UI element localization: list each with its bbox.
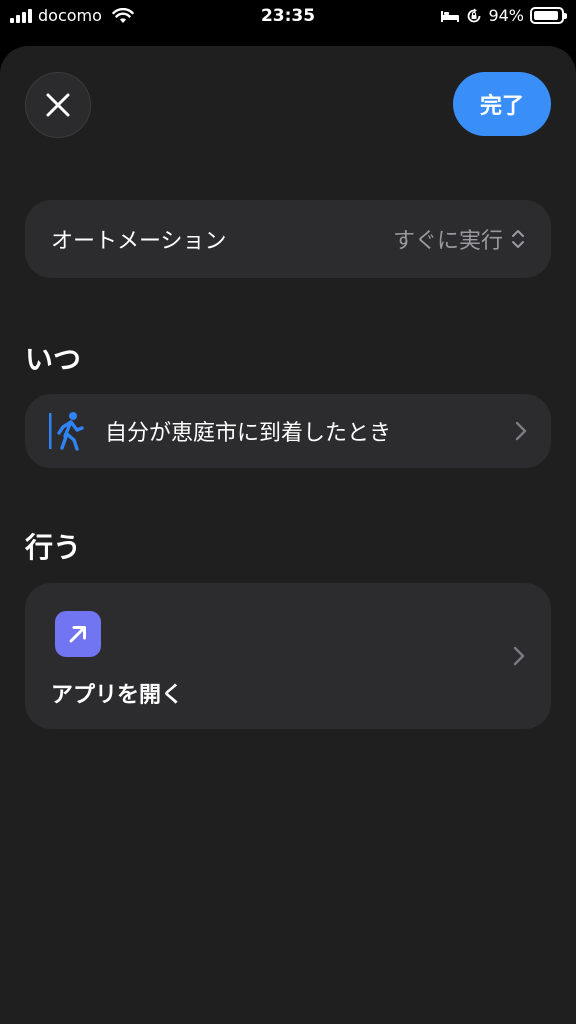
- automation-value: すぐに実行: [392, 229, 503, 254]
- carrier-name: docomo: [38, 6, 102, 25]
- action-row[interactable]: アプリを開く: [25, 583, 551, 729]
- done-button[interactable]: 完了: [453, 72, 551, 136]
- action-label: アプリを開く: [51, 683, 184, 708]
- close-button[interactable]: [25, 72, 91, 138]
- orientation-lock-icon: [468, 8, 481, 22]
- automation-value-select[interactable]: すぐに実行: [393, 223, 525, 255]
- chevron-right-icon: [515, 421, 527, 441]
- cellular-signal-icon: [10, 8, 32, 23]
- close-icon: [46, 93, 70, 117]
- wifi-icon: [112, 7, 134, 23]
- open-app-arrow-icon: [55, 611, 101, 657]
- status-left: docomo: [10, 6, 134, 25]
- status-bar: docomo 23:35 94%: [0, 0, 576, 34]
- automation-sheet: 完了 オートメーション すぐに実行 いつ 自分が恵庭市に到着したとき 行う アプ…: [0, 46, 576, 1024]
- trigger-row[interactable]: 自分が恵庭市に到着したとき: [25, 394, 551, 468]
- automation-run-setting[interactable]: オートメーション すぐに実行: [25, 200, 551, 278]
- battery-icon: [530, 7, 567, 24]
- walking-person-icon: [49, 412, 84, 451]
- chevron-updown-icon: [512, 230, 524, 248]
- automation-label: オートメーション: [51, 229, 227, 254]
- status-right: 94%: [440, 6, 567, 25]
- chevron-right-icon: [513, 646, 525, 666]
- section-title-when: いつ: [25, 343, 82, 376]
- trigger-label: 自分が恵庭市に到着したとき: [105, 421, 392, 446]
- section-title-do: 行う: [25, 531, 82, 564]
- sleep-bed-icon: [441, 10, 460, 22]
- battery-percent: 94%: [488, 6, 524, 25]
